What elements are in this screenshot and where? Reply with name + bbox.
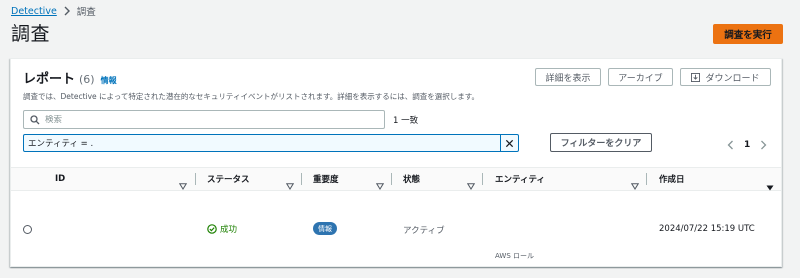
panel-header: レポート (6) 情報 — [23, 68, 117, 87]
archive-button[interactable]: アーカイブ — [608, 68, 673, 86]
column-header-severity[interactable]: 重要度 — [313, 168, 339, 190]
success-check-icon — [207, 224, 217, 234]
table-header: ID ステータス 重要度 状態 エンティティ 作成日 — [11, 167, 781, 191]
column-header-created[interactable]: 作成日 — [659, 168, 685, 190]
column-divider — [195, 173, 196, 185]
severity-badge: 情報 — [313, 222, 337, 235]
previous-page-icon[interactable] — [727, 140, 734, 150]
page-title: 調査 — [11, 23, 51, 45]
column-divider — [301, 173, 302, 185]
pagination: 1 — [727, 140, 767, 150]
column-header-status[interactable]: ステータス — [207, 168, 250, 190]
column-header-id[interactable]: ID — [55, 168, 65, 190]
filter-token-label: エンティティ = . — [28, 139, 94, 149]
search-input[interactable] — [45, 114, 365, 125]
download-button[interactable]: ダウンロード — [680, 68, 771, 86]
column-divider — [482, 173, 483, 185]
filter-token: エンティティ = . — [23, 134, 519, 152]
row-state: アクティブ — [403, 226, 445, 236]
row-status-label: 成功 — [220, 225, 238, 235]
clear-filter-button[interactable]: フィルターをクリア — [550, 133, 652, 152]
download-label: ダウンロード — [705, 73, 760, 84]
chevron-right-icon — [63, 6, 71, 16]
row-status: 成功 — [207, 223, 237, 235]
panel-title: レポート — [23, 72, 76, 87]
column-header-state[interactable]: 状態 — [403, 168, 420, 190]
table-row[interactable]: 成功 情報 アクティブ AWS ロール 2024/07/22 15:19 UTC — [11, 191, 781, 267]
close-icon — [505, 139, 514, 147]
remove-filter-button[interactable] — [500, 135, 518, 151]
page-number-button[interactable]: 1 — [744, 140, 750, 150]
column-divider — [391, 173, 392, 185]
view-details-button[interactable]: 詳細を表示 — [535, 68, 601, 86]
row-created-date: 2024/07/22 15:19 UTC — [659, 224, 755, 234]
report-count: (6) — [79, 73, 95, 86]
search-box — [23, 110, 385, 129]
column-divider — [646, 173, 647, 185]
column-header-entity[interactable]: エンティティ — [495, 168, 545, 190]
panel-description: 調査では、Detective によって特定された潜在的なセキュリティイベントがリ… — [23, 92, 479, 101]
match-count: 1 一致 — [393, 116, 419, 126]
breadcrumb: Detective 調査 — [11, 4, 96, 19]
reports-panel: レポート (6) 情報 調査では、Detective によって特定された潜在的な… — [10, 58, 782, 267]
row-entity-type: AWS ロール — [495, 252, 534, 260]
download-icon — [691, 72, 701, 82]
search-icon — [30, 114, 40, 125]
run-investigation-button[interactable]: 調査を実行 — [713, 24, 783, 44]
row-select-radio[interactable] — [23, 225, 32, 234]
breadcrumb-detective-link[interactable]: Detective — [11, 6, 57, 17]
next-page-icon[interactable] — [760, 140, 767, 150]
info-link[interactable]: 情報 — [101, 75, 117, 86]
breadcrumb-current: 調査 — [76, 7, 96, 18]
